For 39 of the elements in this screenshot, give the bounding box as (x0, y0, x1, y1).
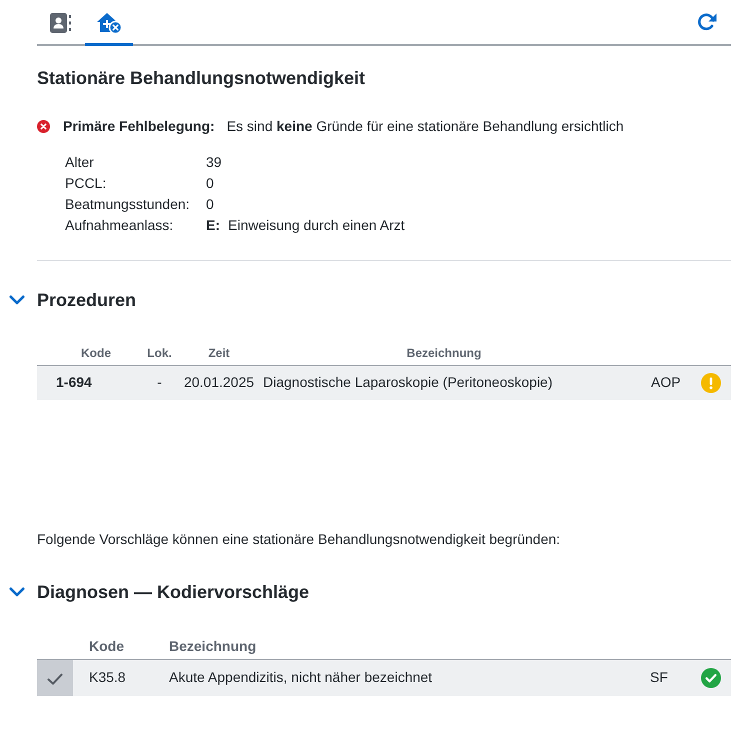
refresh-icon (697, 12, 717, 32)
tag-cell: AOP (628, 365, 690, 400)
column-header: Bezeichnung (169, 635, 632, 659)
check-icon (47, 672, 63, 685)
page-title: Stationäre Behandlungsnotwendigkeit (37, 67, 366, 90)
column-header: Zeit (178, 341, 260, 365)
fact-label: PCCL: (65, 174, 108, 193)
section-title: Diagnosen — Kodiervorschläge (37, 581, 310, 604)
alert-message: Es sind keine Gründe für eine stationäre Behandlung ersichtlich (226, 117, 624, 136)
description-cell: Akute Appendizitis, nicht näher bezeichnet (169, 659, 632, 696)
fact-value: 0 (206, 174, 214, 193)
warning-icon (700, 373, 720, 394)
address-book-icon (50, 12, 72, 32)
tag-cell: SF (632, 659, 690, 696)
house-plus-icon (96, 12, 122, 34)
fact-value: Einweisung durch einen Arzt (228, 216, 405, 235)
column-header: Lok. (141, 341, 178, 365)
column-header: Bezeichnung (260, 341, 628, 365)
error-icon (37, 120, 50, 132)
description-cell: Diagnostische Laparoskopie (Peritoneoskopie) (260, 365, 628, 400)
checkbox[interactable] (37, 659, 73, 696)
code-cell: 1-694 (37, 365, 141, 400)
chevron-down-icon (8, 295, 24, 305)
column-header: Kode (37, 341, 141, 365)
chevron-down-icon (8, 587, 24, 597)
check-circle-icon (700, 668, 720, 688)
fact-code: E: (206, 216, 220, 235)
code-cell: K35.8 (73, 659, 169, 696)
date-cell: 20.01.2025 (178, 365, 260, 400)
column-header: Kode (73, 635, 169, 659)
section-title: Prozeduren (37, 289, 136, 312)
alert-label: Primäre Fehlbelegung: (63, 117, 215, 136)
fact-label: Alter (65, 153, 95, 172)
fact-label: Aufnahmeanlass: (65, 216, 174, 235)
fact-value: 39 (206, 153, 222, 172)
location-cell: - (141, 365, 178, 400)
fact-value: 0 (206, 195, 214, 214)
info-text: Folgende Vorschläge können eine stationäre Behandlungsnotwendigkeit begründen: (37, 530, 562, 549)
fact-label: Beatmungsstunden: (65, 195, 191, 214)
